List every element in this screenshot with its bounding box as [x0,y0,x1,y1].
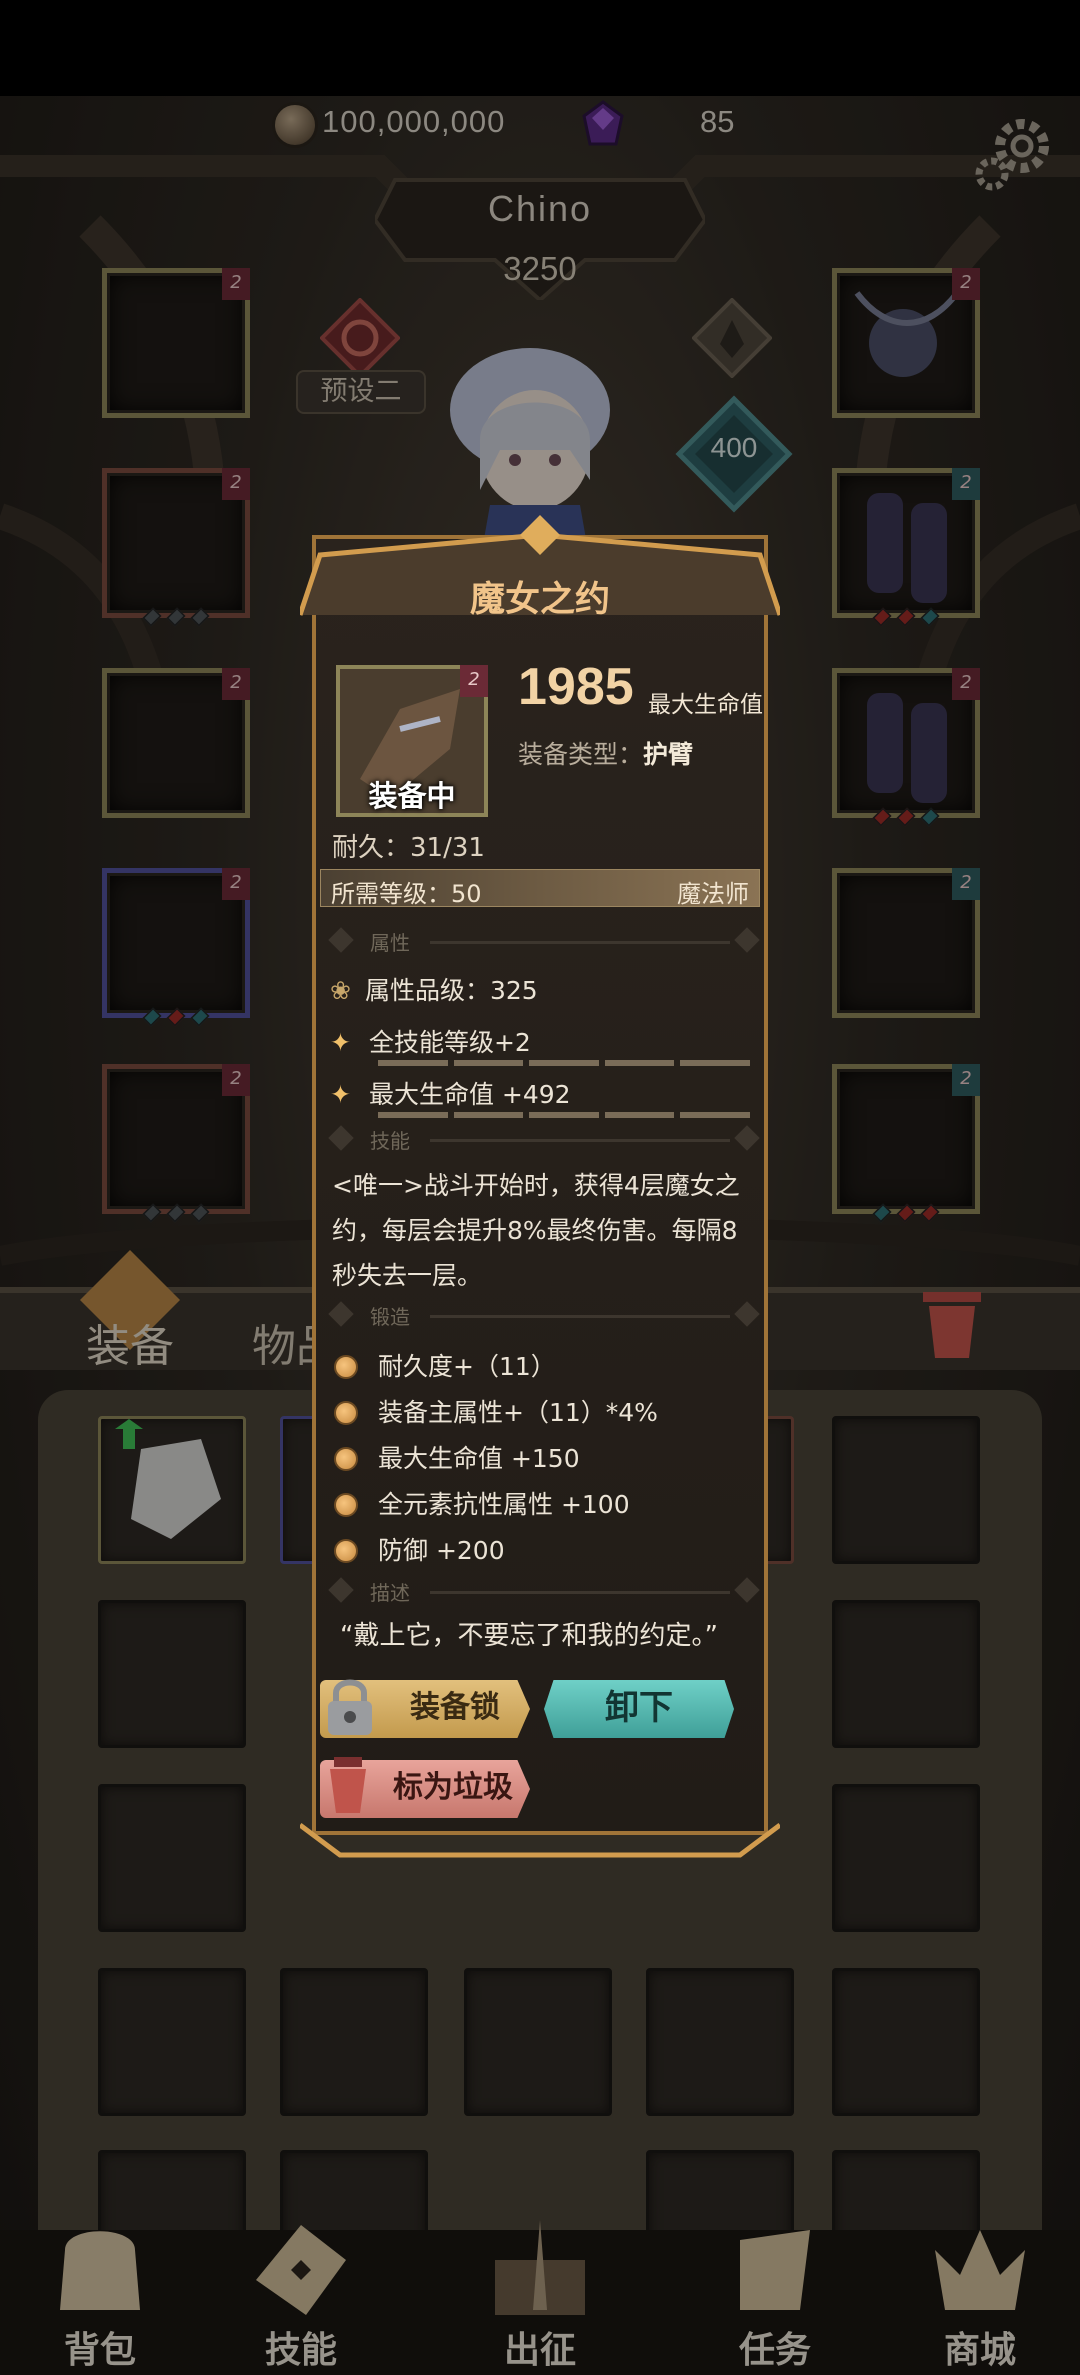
game-screen: 100,000,000 85 Chino 3250 预设二 400 2 2 2 … [0,0,1080,2375]
orb-icon [334,1493,358,1517]
attribute-text: 最大生命值 +492 [368,1080,571,1109]
junk-lantern-icon [330,1757,366,1813]
section-skill: 技能 [320,1125,760,1155]
section-skill-label: 技能 [370,1129,410,1153]
item-tier-tag: 2 [460,665,488,697]
item-durability: 耐久：31/31 [332,833,485,863]
item-description: “戴上它，不要忘了和我的约定。” [340,1621,718,1651]
lock-icon [328,1679,372,1735]
attribute-row: ✦ 全技能等级+2 [330,1023,531,1059]
section-forge-label: 锻造 [370,1305,410,1329]
forge-text: 装备主属性+（11）*4% [378,1398,658,1427]
unequip-button[interactable]: 卸下 [544,1680,734,1738]
section-description: 描述 [320,1577,760,1607]
orb-icon [334,1401,358,1425]
item-name: 魔女之约 [469,580,610,620]
item-detail-dialog: 魔女之约 2 装备中 1985 最大生命值 装备类型：护臂 耐久：31/31 所… [300,515,780,1865]
equipment-lock-label: 装备锁 [410,1690,500,1725]
forge-row: 全元素抗性属性 +100 [334,1485,630,1521]
forge-text: 耐久度+（11） [378,1352,556,1381]
orb-icon [334,1355,358,1379]
mark-as-junk-label: 标为垃圾 [393,1770,513,1805]
unequip-label: 卸下 [605,1688,673,1728]
equipped-label: 装备中 [368,779,456,813]
attribute-grade: 属性品级：325 [364,976,538,1005]
item-main-value: 1985 [518,658,634,716]
attribute-roll-bar [378,1112,750,1120]
attribute-row: ✦ 最大生命值 +492 [330,1075,571,1111]
sparkle-icon: ✦ [330,1028,351,1057]
sparkle-icon: ✦ [330,1080,351,1109]
orb-icon [334,1539,358,1563]
section-attributes-label: 属性 [370,931,410,955]
forge-row: 最大生命值 +150 [334,1439,580,1475]
item-type-label: 装备类型： [518,740,644,769]
status-bar [0,0,1080,96]
attribute-grade-row: ❀ 属性品级：325 [330,971,538,1007]
forge-text: 最大生命值 +150 [378,1444,580,1473]
dialog-bottom-frame [300,1823,780,1858]
forge-row: 防御 +200 [334,1531,505,1567]
required-class: 魔法师 [677,880,749,908]
required-level: 所需等级：50 [331,880,482,908]
forge-text: 全元素抗性属性 +100 [378,1490,630,1519]
attribute-text: 全技能等级+2 [368,1028,531,1057]
item-skill-text: <唯一>战斗开始时，获得4层魔女之约，每层会提升8%最终伤害。每隔8秒失去一层。 [332,1171,740,1290]
item-main-stat: 最大生命值 [648,692,763,718]
attribute-roll-bar [378,1060,750,1068]
requirement-bar: 所需等级：50 魔法师 [320,869,760,908]
item-type-value: 护臂 [643,740,694,769]
section-attributes: 属性 [320,927,760,957]
lotus-icon: ❀ [330,976,351,1005]
orb-icon [334,1447,358,1471]
item-type-row: 装备类型：护臂 [518,735,693,771]
forge-text: 防御 +200 [378,1536,505,1565]
section-forge: 锻造 [320,1301,760,1331]
forge-row: 耐久度+（11） [334,1347,556,1383]
forge-row: 装备主属性+（11）*4% [334,1393,658,1429]
section-description-label: 描述 [370,1581,410,1605]
